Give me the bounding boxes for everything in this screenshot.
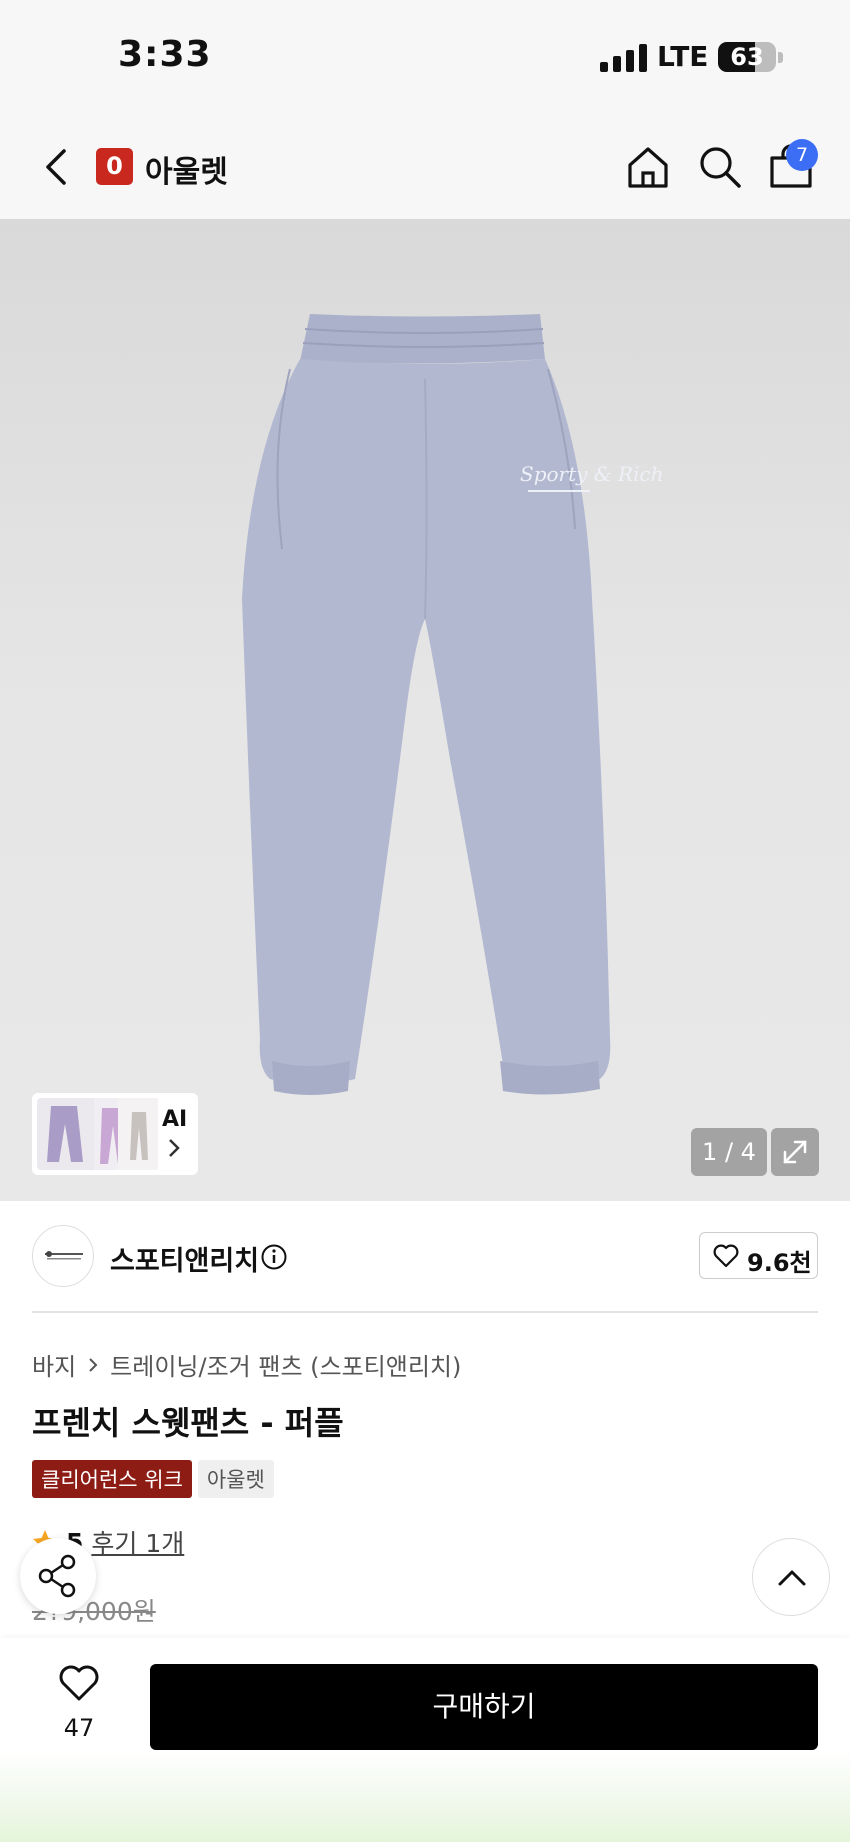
breadcrumb-subcategory[interactable]: 트레이닝/조거 팬츠 (스포티앤리치)	[110, 1347, 461, 1382]
wishlist-heart-icon[interactable]	[58, 1664, 100, 1702]
brand-logo-icon	[45, 1251, 83, 1260]
brand-like-count: 9.6천	[747, 1249, 812, 1277]
thumbnail-3[interactable]	[118, 1098, 158, 1170]
brand-avatar[interactable]	[32, 1225, 94, 1287]
search-icon[interactable]	[696, 143, 744, 191]
product-title: 프렌치 스웻팬츠 - 퍼플	[32, 1404, 344, 1442]
thumbnail-3-image	[130, 1112, 148, 1160]
status-time: 3:33	[118, 34, 212, 75]
product-tags: 클리어런스 위크 아울렛	[32, 1460, 274, 1498]
scroll-top-button[interactable]	[752, 1538, 830, 1616]
ai-label: AI	[162, 1107, 188, 1132]
info-icon[interactable]	[260, 1243, 288, 1271]
share-icon	[38, 1554, 76, 1598]
network-label: LTE	[657, 40, 709, 73]
breadcrumb-category[interactable]: 바지	[32, 1347, 76, 1382]
buy-button[interactable]: 구매하기	[150, 1664, 818, 1750]
expand-icon	[783, 1140, 807, 1164]
cart-badge: 7	[786, 139, 818, 171]
divider	[32, 1311, 818, 1313]
thumbnail-strip[interactable]: AI	[32, 1093, 198, 1175]
product-image-gallery[interactable]: Sporty & Rich AI 1 / 4	[0, 219, 850, 1201]
chevron-up-icon	[778, 1570, 806, 1586]
bottom-bar: 47 구매하기	[0, 1638, 850, 1842]
heart-icon	[713, 1244, 739, 1268]
outlet-logo: 0	[96, 148, 133, 185]
page-title: 아울렛	[145, 155, 228, 190]
wishlist-count: 47	[63, 1714, 95, 1742]
brand-row: 스포티앤리치 9.6천	[0, 1201, 850, 1311]
brand-like-button[interactable]: 9.6천	[699, 1232, 818, 1279]
share-button[interactable]	[20, 1538, 96, 1614]
back-arrow-icon[interactable]	[40, 145, 76, 189]
battery-icon: 63	[718, 42, 776, 72]
image-pager: 1 / 4	[691, 1128, 767, 1176]
status-bar: 3:33 LTE 63	[0, 0, 850, 115]
brand-name[interactable]: 스포티앤리치	[110, 1239, 259, 1278]
product-image: Sporty & Rich	[242, 314, 664, 1095]
battery-level: 63	[730, 43, 764, 71]
home-icon[interactable]	[624, 143, 672, 191]
top-nav: 0 아울렛 7	[0, 115, 850, 219]
review-link[interactable]: 후기 1개	[91, 1524, 184, 1560]
expand-button[interactable]	[771, 1128, 819, 1176]
chevron-right-icon	[169, 1139, 180, 1157]
tag-outlet: 아울렛	[197, 1460, 274, 1498]
thumbnail-1[interactable]	[37, 1098, 99, 1170]
signal-icon	[600, 44, 647, 72]
battery-cap	[778, 52, 783, 63]
thumbnail-1-image	[47, 1106, 83, 1162]
tag-clearance: 클리어런스 위크	[32, 1460, 192, 1498]
chevron-right-icon	[89, 1357, 98, 1372]
svg-text:Sporty & Rich: Sporty & Rich	[520, 462, 664, 486]
breadcrumb: 바지 트레이닝/조거 팬츠 (스포티앤리치)	[32, 1347, 461, 1382]
